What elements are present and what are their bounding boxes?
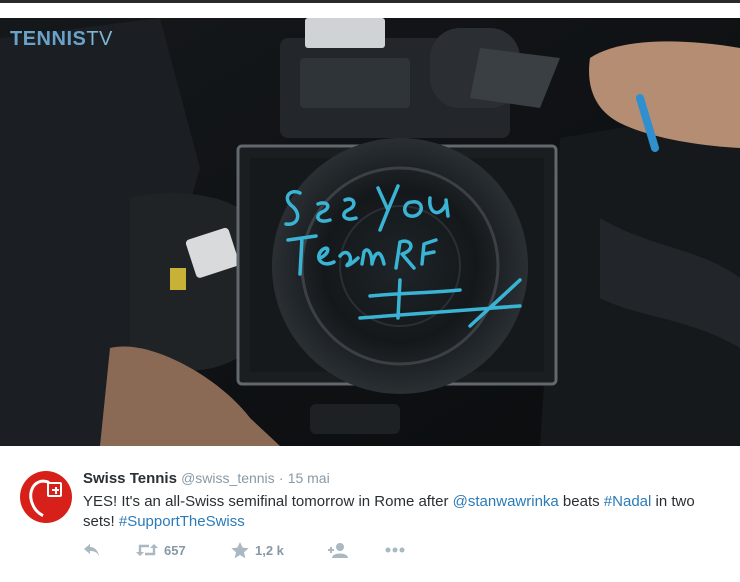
watermark-tv: TV	[86, 28, 113, 50]
tweet-actions: 657 1,2 k	[83, 540, 405, 560]
more-icon	[385, 547, 405, 553]
retweet-button[interactable]: 657	[136, 542, 231, 558]
more-button[interactable]	[385, 547, 405, 553]
reply-button[interactable]	[83, 542, 136, 558]
watermark-brand: TENNIS	[10, 28, 87, 50]
favorite-button[interactable]: 1,2 k	[231, 541, 328, 559]
author-name[interactable]: Swiss Tennis	[83, 470, 177, 487]
follow-icon	[328, 543, 348, 558]
hashtag-supporttheswiss[interactable]: #SupportTheSwiss	[119, 513, 245, 530]
avatar[interactable]	[20, 471, 72, 523]
tweet-text: YES! It's an all-Swiss semifinal tomorro…	[83, 492, 723, 532]
top-border	[0, 0, 740, 18]
retweet-icon	[136, 544, 158, 556]
logo-swoosh	[23, 474, 69, 523]
tweet-date[interactable]: 15 mai	[288, 470, 330, 486]
tweet-text-part: YES! It's an all-Swiss semifinal tomorro…	[83, 493, 453, 510]
author-handle[interactable]: @swiss_tennis	[181, 470, 275, 486]
follow-button[interactable]	[328, 542, 385, 558]
favorite-count: 1,2 k	[255, 542, 284, 558]
star-icon	[231, 541, 249, 558]
tweet-text-part: beats	[558, 493, 604, 510]
header-separator: ·	[278, 470, 284, 486]
reply-icon	[84, 544, 99, 556]
camera-scene	[0, 18, 740, 446]
mention-link[interactable]: @stanwawrinka	[453, 493, 559, 510]
tweet-card: Swiss Tennis @swiss_tennis · 15 mai YES!…	[0, 446, 740, 582]
swiss-cross-icon	[47, 482, 62, 497]
tweet-header: Swiss Tennis @swiss_tennis · 15 mai	[83, 470, 330, 487]
retweet-count: 657	[164, 542, 186, 558]
tweet-media-image[interactable]: TENNISTV	[0, 18, 740, 446]
hashtag-nadal[interactable]: #Nadal	[604, 493, 652, 510]
tennistv-watermark: TENNISTV	[10, 28, 113, 51]
